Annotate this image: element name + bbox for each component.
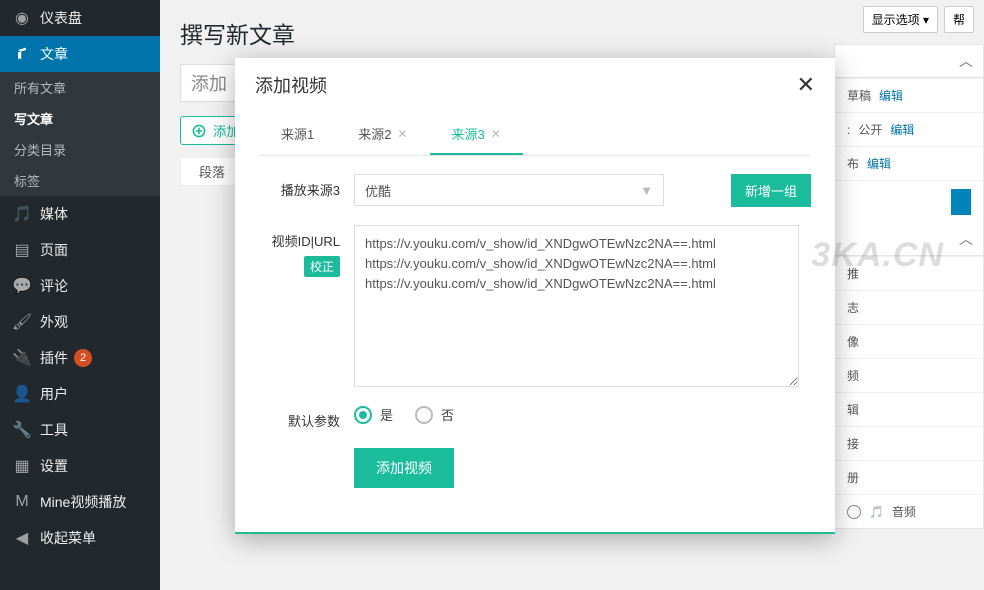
tab-close-icon[interactable]: ✕ — [491, 127, 501, 141]
modal-title: 添加视频 — [255, 72, 327, 98]
correct-tag[interactable]: 校正 — [304, 256, 340, 277]
radio-yes[interactable]: 是 — [354, 405, 393, 424]
source-label: 播放来源3 — [259, 174, 354, 199]
add-video-button[interactable]: 添加视频 — [354, 448, 454, 488]
add-group-button[interactable]: 新增一组 — [731, 174, 811, 207]
select-value: 优酷 — [365, 181, 391, 200]
source-select[interactable]: 优酷 ▼ — [354, 174, 664, 206]
source-tabs: 来源1 来源2✕ 来源3✕ — [259, 114, 811, 156]
radio-unchecked-icon — [415, 406, 433, 424]
tab-source1[interactable]: 来源1 — [259, 114, 336, 155]
tab-source2[interactable]: 来源2✕ — [336, 114, 429, 155]
tab-source3[interactable]: 来源3✕ — [430, 114, 523, 155]
video-url-textarea[interactable] — [354, 225, 799, 387]
default-label: 默认参数 — [259, 405, 354, 430]
add-video-modal: 添加视频 ✕ 来源1 来源2✕ 来源3✕ 播放来源3 优酷 ▼ 新增一组 视频I… — [235, 58, 835, 534]
close-icon[interactable]: ✕ — [797, 74, 815, 96]
vid-label: 视频ID|URL 校正 — [259, 225, 354, 277]
tab-close-icon[interactable]: ✕ — [397, 127, 407, 141]
radio-no[interactable]: 否 — [415, 405, 454, 424]
caret-down-icon: ▼ — [640, 183, 653, 198]
radio-checked-icon — [354, 406, 372, 424]
